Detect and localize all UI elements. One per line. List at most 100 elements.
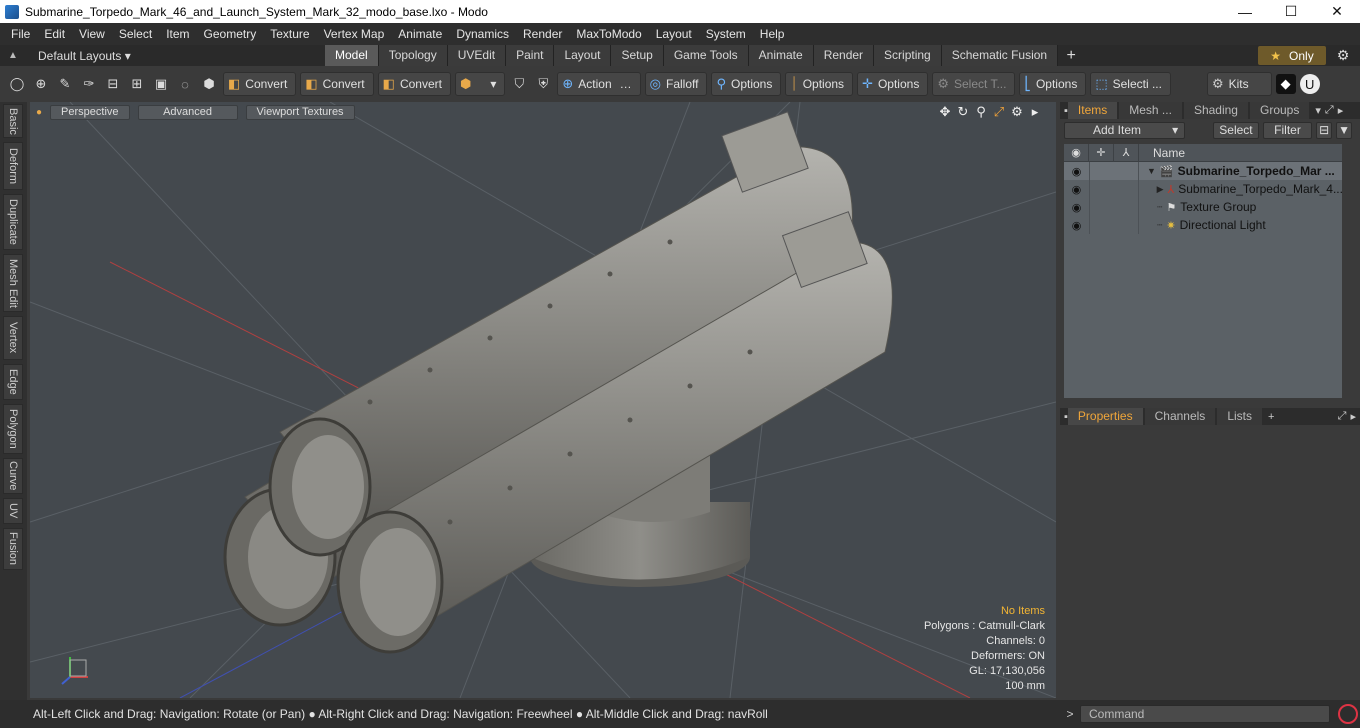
brush-icon[interactable]: ✑ (79, 74, 99, 94)
tab-items[interactable]: Items (1067, 102, 1118, 119)
zoom-icon[interactable]: ⚲ (972, 104, 990, 120)
tab-render[interactable]: Render (813, 45, 875, 66)
funnel-icon[interactable]: ▼ (1336, 121, 1352, 139)
kits-button[interactable]: ⚙ Kits (1206, 72, 1272, 96)
options-button-1[interactable]: ⚲ Options (711, 72, 782, 96)
gear-icon[interactable]: ⚙ (1334, 47, 1352, 65)
only-toggle-button[interactable]: ★ Only (1258, 46, 1326, 65)
command-input[interactable]: Command (1080, 705, 1330, 723)
menu-vertex-map[interactable]: Vertex Map (317, 23, 392, 45)
vtab-polygon[interactable]: Polygon (3, 404, 23, 454)
item-row-scene[interactable]: ◉ ▼ 🎬 Submarine_Torpedo_Mar ... (1064, 162, 1342, 180)
menu-item[interactable]: Item (159, 23, 196, 45)
minimize-button[interactable]: — (1222, 0, 1268, 23)
cube-icon[interactable]: ⬢ (199, 74, 219, 94)
action-center-button[interactable]: ⊕ Action… (557, 72, 641, 96)
tab-schematic-fusion[interactable]: Schematic Fusion (941, 45, 1059, 66)
options-button-4[interactable]: ⎣ Options (1019, 72, 1087, 96)
center-icon[interactable]: ⊞ (127, 74, 147, 94)
collapse-up-icon[interactable]: ▲ (8, 50, 20, 61)
rotate-icon[interactable]: ↻ (954, 104, 972, 120)
viewport-menu-dot-icon[interactable]: ● (36, 107, 42, 118)
shield-gear-icon[interactable]: ⛨ (533, 74, 553, 94)
tab-animate[interactable]: Animate (748, 45, 814, 66)
item-row-texture-group[interactable]: ◉ ┄ ⚑ Texture Group (1064, 198, 1342, 216)
select-button[interactable]: Select (1213, 121, 1259, 139)
tab-channels[interactable]: Channels (1144, 408, 1216, 425)
eye-icon[interactable]: ◉ (1064, 201, 1089, 214)
selection-button[interactable]: ⬚ Selecti ... (1090, 72, 1171, 96)
eye-icon[interactable]: ◉ (1064, 183, 1089, 196)
visibility-column-eye-icon[interactable]: ◉ (1064, 143, 1089, 162)
unreal-icon[interactable]: U (1299, 74, 1320, 94)
convert-button-2[interactable]: ◧ Convert (300, 72, 374, 96)
add-tab-plus-icon[interactable]: + (1058, 45, 1084, 66)
lock-column-icon[interactable]: ✛ (1089, 143, 1114, 162)
panel-more-icon[interactable]: ▸ (1338, 104, 1344, 117)
panel-more-icon[interactable]: ▸ (1350, 410, 1356, 423)
vtab-mesh-edit[interactable]: Mesh Edit (3, 254, 23, 312)
vtab-curve[interactable]: Curve (3, 458, 23, 494)
close-button[interactable]: ✕ (1314, 0, 1360, 23)
vtab-edge[interactable]: Edge (3, 364, 23, 400)
falloff-button[interactable]: ◎ Falloff (644, 72, 708, 96)
panel-dropdown-icon[interactable]: ▾ (1315, 104, 1321, 117)
menu-system[interactable]: System (699, 23, 753, 45)
options-button-3[interactable]: ✛ Options (857, 72, 929, 96)
eye-icon[interactable]: ◉ (1064, 165, 1089, 178)
pan-icon[interactable]: ✥ (936, 104, 954, 120)
menu-render[interactable]: Render (516, 23, 569, 45)
viewport-gear-icon[interactable]: ⚙ (1008, 104, 1026, 120)
filter-button[interactable]: Filter (1262, 121, 1313, 139)
tab-properties[interactable]: Properties (1067, 408, 1143, 425)
panel-expand-icon[interactable]: ⤢ (1325, 104, 1334, 117)
vertices-mode-icon[interactable]: ◯ (7, 74, 27, 94)
command-arrow-icon[interactable]: > (1060, 707, 1080, 721)
options-button-2[interactable]: ⏐ Options (785, 72, 854, 96)
tab-groups[interactable]: Groups (1249, 102, 1310, 119)
add-tab-plus-icon[interactable]: + (1268, 411, 1274, 423)
maximize-button[interactable]: ☐ (1268, 0, 1314, 23)
menu-texture[interactable]: Texture (263, 23, 316, 45)
tab-uvedit[interactable]: UVEdit (447, 45, 507, 66)
tab-topology[interactable]: Topology (378, 45, 448, 66)
menu-maxtomodo[interactable]: MaxToModo (569, 23, 648, 45)
perspective-button[interactable]: Perspective (50, 104, 130, 120)
pen-icon[interactable]: ✎ (55, 74, 75, 94)
viewport-more-icon[interactable]: ▸ (1026, 104, 1044, 120)
vtab-vertex[interactable]: Vertex (3, 316, 23, 360)
default-layouts-dropdown[interactable]: ▲ Default Layouts ▾ (0, 49, 325, 63)
expand-triangle-icon[interactable]: ▶ (1157, 184, 1164, 195)
tab-lists[interactable]: Lists (1217, 408, 1262, 425)
menu-dynamics[interactable]: Dynamics (449, 23, 516, 45)
item-row-directional-light[interactable]: ◉ ┄ ✷ Directional Light (1064, 216, 1342, 234)
convert-button-3[interactable]: ◧ Convert (377, 72, 451, 96)
shield-icon[interactable]: ⛉ (509, 74, 529, 94)
menu-file[interactable]: File (4, 23, 37, 45)
viewport-textures-button[interactable]: Viewport Textures (245, 104, 355, 120)
globe-icon[interactable]: ⊕ (31, 74, 51, 94)
expand-triangle-icon[interactable]: ▼ (1147, 166, 1156, 176)
tab-layout[interactable]: Layout (554, 45, 612, 66)
menu-select[interactable]: Select (112, 23, 159, 45)
name-column-header[interactable]: Name (1139, 144, 1185, 162)
vtab-fusion[interactable]: Fusion (3, 528, 23, 570)
sphere-icon[interactable]: ◌ (175, 74, 195, 94)
menu-animate[interactable]: Animate (391, 23, 449, 45)
menu-geometry[interactable]: Geometry (197, 23, 264, 45)
menu-layout[interactable]: Layout (649, 23, 699, 45)
maximize-viewport-icon[interactable]: ⤢ (990, 104, 1008, 120)
tab-setup[interactable]: Setup (611, 45, 664, 66)
eye-icon[interactable]: ◉ (1064, 219, 1089, 232)
advanced-button[interactable]: Advanced (137, 104, 238, 120)
tab-shading[interactable]: Shading (1183, 102, 1248, 119)
vtab-duplicate[interactable]: Duplicate (3, 194, 23, 250)
vtab-basic[interactable]: Basic (3, 104, 23, 138)
menu-help[interactable]: Help (753, 23, 792, 45)
menu-view[interactable]: View (72, 23, 112, 45)
unity-icon[interactable]: ◆ (1275, 74, 1296, 94)
menu-edit[interactable]: Edit (37, 23, 72, 45)
select-t-button[interactable]: ⚙ Select T... (932, 72, 1016, 96)
item-row-mesh[interactable]: ◉ ▶ ⅄ Submarine_Torpedo_Mark_4... (1064, 180, 1342, 198)
items-scrollbar[interactable] (1343, 144, 1355, 398)
